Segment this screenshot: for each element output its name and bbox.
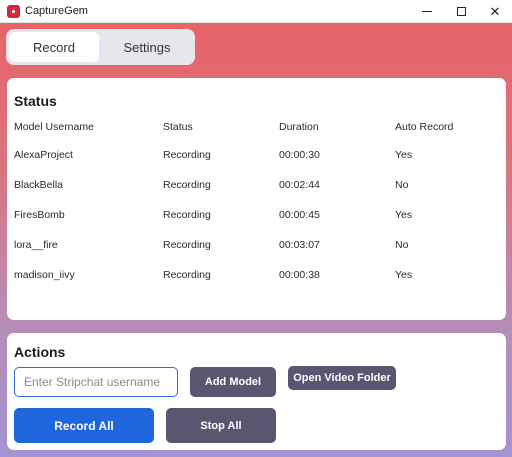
column-header-auto-record: Auto Record	[395, 121, 454, 133]
model-auto-record: Yes	[395, 269, 413, 281]
app-logo-icon	[7, 5, 20, 18]
username-input[interactable]	[14, 367, 178, 397]
column-header-status: Status	[163, 121, 193, 133]
tab-record[interactable]: Record	[9, 32, 99, 62]
status-title: Status	[14, 93, 57, 109]
model-status: Recording	[163, 179, 211, 191]
tab-bar: Record Settings	[6, 29, 195, 65]
model-duration: 00:02:44	[279, 179, 320, 191]
main-content: Record Settings Status Model Username St…	[0, 23, 512, 457]
maximize-icon	[456, 7, 466, 16]
model-auto-record: No	[395, 239, 409, 251]
model-status: Recording	[163, 269, 211, 281]
model-auto-record: No	[395, 179, 409, 191]
actions-panel: Actions Add Model Open Video Folder Reco…	[7, 333, 506, 450]
model-status: Recording	[163, 209, 211, 221]
maximize-button[interactable]	[444, 0, 478, 23]
status-panel: Status Model Username Status Duration Au…	[7, 78, 506, 320]
model-username: madison_iivy	[14, 269, 75, 281]
model-duration: 00:00:38	[279, 269, 320, 281]
minimize-button[interactable]	[410, 0, 444, 23]
model-auto-record: Yes	[395, 209, 413, 221]
tab-settings[interactable]: Settings	[102, 32, 192, 62]
column-header-username: Model Username	[14, 121, 94, 133]
model-username: BlackBella	[14, 179, 64, 191]
model-username: FiresBomb	[14, 209, 65, 221]
model-duration: 00:00:45	[279, 209, 320, 221]
model-username: AlexaProject	[14, 149, 73, 161]
actions-title: Actions	[14, 344, 66, 360]
model-duration: 00:00:30	[279, 149, 320, 161]
close-button[interactable]: ✕	[478, 0, 512, 23]
model-username: lora__fire	[14, 239, 58, 251]
column-header-duration: Duration	[279, 121, 319, 133]
stop-all-button[interactable]: Stop All	[166, 408, 276, 443]
close-icon: ✕	[489, 4, 501, 19]
open-video-folder-button[interactable]: Open Video Folder	[288, 366, 396, 390]
model-status: Recording	[163, 239, 211, 251]
record-all-button[interactable]: Record All	[14, 408, 154, 443]
window-title: CaptureGem	[25, 5, 88, 17]
model-status: Recording	[163, 149, 211, 161]
model-auto-record: Yes	[395, 149, 413, 161]
add-model-button[interactable]: Add Model	[190, 367, 276, 397]
minimize-icon	[422, 11, 432, 12]
title-bar: CaptureGem ✕	[0, 0, 512, 23]
model-duration: 00:03:07	[279, 239, 320, 251]
